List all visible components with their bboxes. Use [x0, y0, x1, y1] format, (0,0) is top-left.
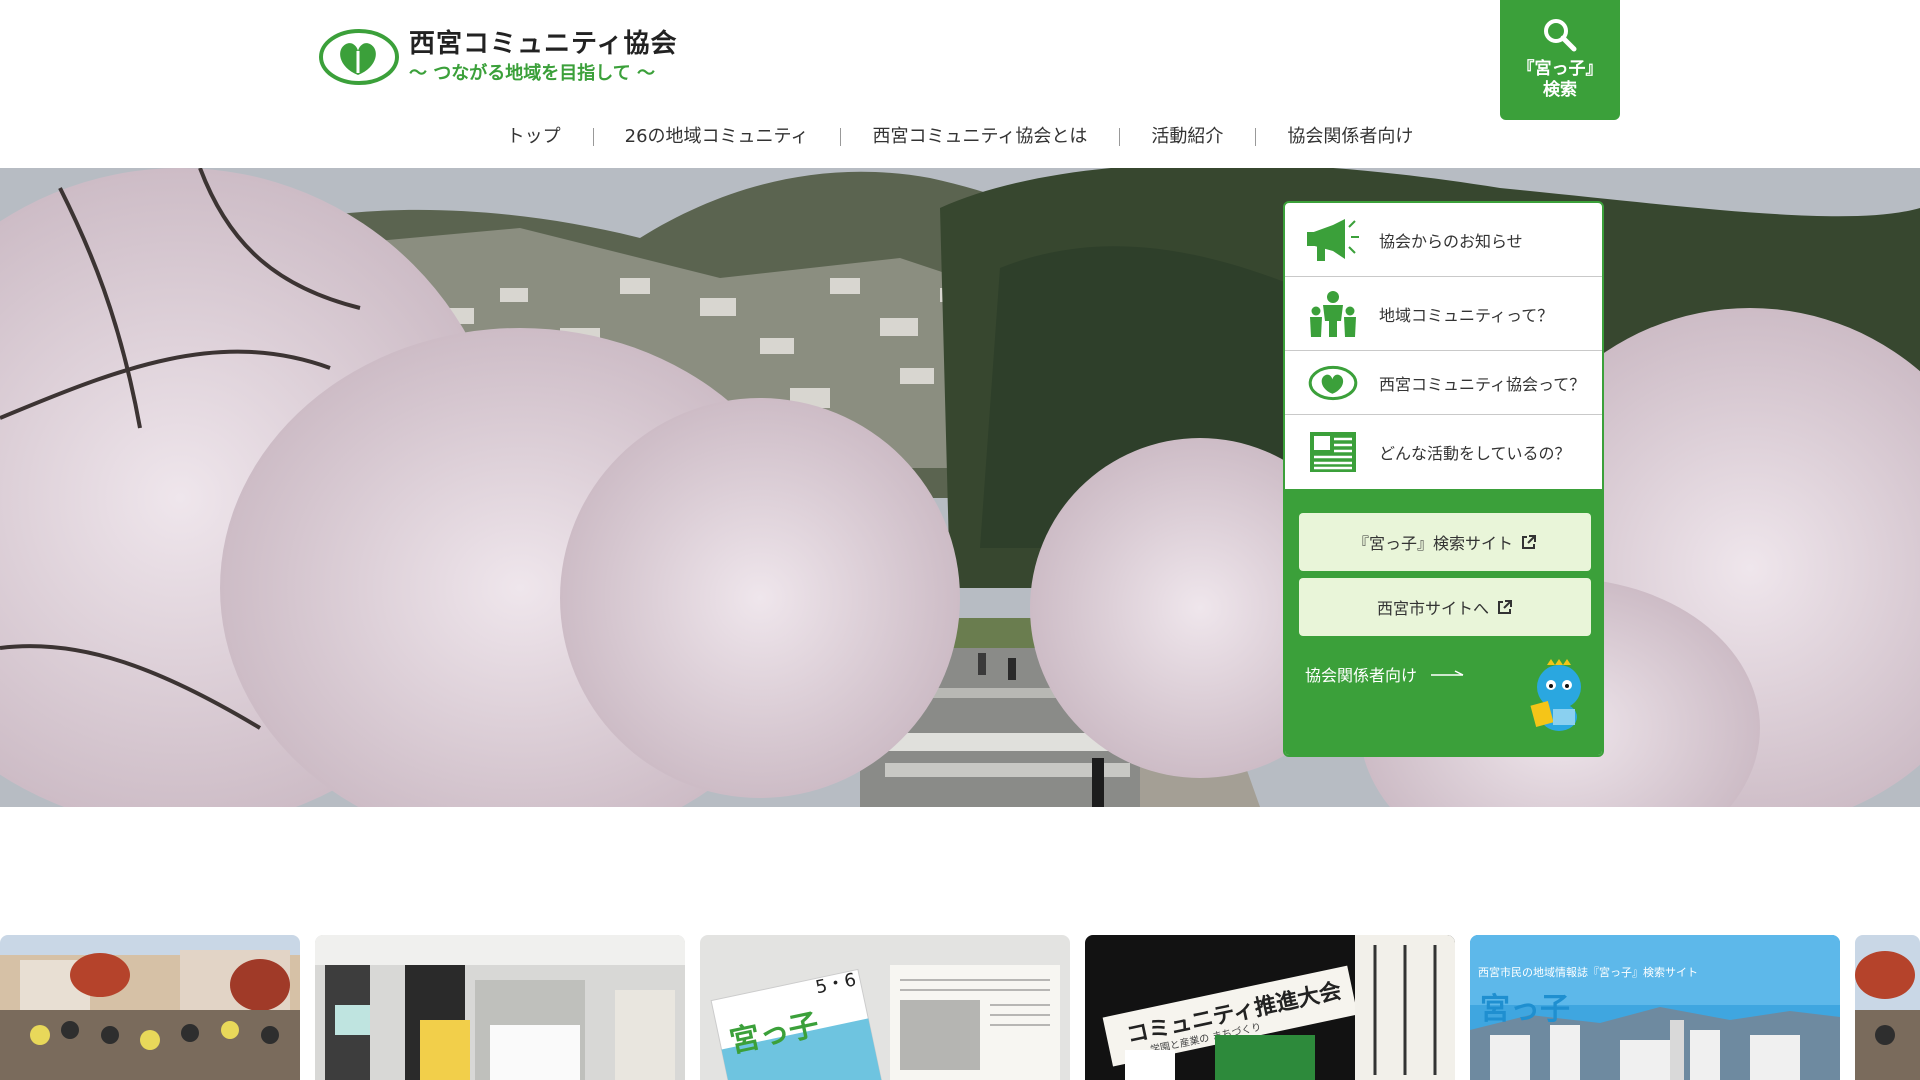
card-miyakko-magazine[interactable]: 宮っ子 5・6: [700, 935, 1070, 1080]
card-miyakko-search-site[interactable]: 西宮市民の地域情報誌『宮っ子』検索サイト 宮っ子: [1470, 935, 1840, 1080]
miyakko-search-site-label: 『宮っ子』検索サイト: [1352, 534, 1513, 553]
site-header: 西宮コミュニティ協会 〜 つながる地域を目指して 〜 『宮っ子』 検索 トップ …: [0, 0, 1920, 168]
nishinomiya-city-site-button[interactable]: 西宮市サイトへ: [1299, 578, 1591, 636]
side-item-label: 西宮コミュニティ協会って？: [1379, 374, 1586, 394]
search-button[interactable]: 『宮っ子』 検索: [1500, 0, 1620, 120]
card-search-site-logo: 宮っ子: [1480, 992, 1570, 1027]
card-festival[interactable]: [0, 935, 300, 1080]
side-item-label: 協会からのお知らせ: [1379, 231, 1523, 251]
external-link-icon: [1498, 600, 1512, 614]
side-menu-panel: 協会からのお知らせ 地域コミュニティって？ 西宮コミュニティ協会って？ どんな活…: [1283, 201, 1604, 757]
people-icon: [1305, 286, 1361, 342]
side-links-area: 『宮っ子』検索サイト 西宮市サイトへ 協会関係者向け: [1285, 489, 1602, 755]
site-tagline: 〜 つながる地域を目指して 〜: [409, 63, 655, 84]
search-button-sublabel: 検索: [1543, 80, 1577, 100]
global-nav: トップ 26の地域コミュニティ 西宮コミュニティ協会とは 活動紹介 協会関係者向…: [0, 119, 1920, 155]
side-item-community[interactable]: 地域コミュニティって？: [1285, 277, 1602, 351]
side-item-news[interactable]: 協会からのお知らせ: [1285, 203, 1602, 277]
miyakko-search-site-button[interactable]: 『宮っ子』検索サイト: [1299, 513, 1591, 571]
side-item-label: どんな活動をしているの？: [1379, 444, 1571, 463]
card-community-convention[interactable]: コミュニティ推進大会 学園と産業の まちづくり: [1085, 935, 1455, 1080]
logo-icon: [319, 29, 399, 85]
hero-image: [0, 168, 1920, 807]
nav-activities[interactable]: 活動紹介: [1119, 119, 1255, 155]
nav-about[interactable]: 西宮コミュニティ協会とは: [840, 119, 1119, 155]
card-search-site-caption: 西宮市民の地域情報誌『宮っ子』検索サイト: [1478, 965, 1698, 979]
side-item-label: 地域コミュニティって？: [1379, 305, 1554, 325]
megaphone-icon: [1305, 212, 1361, 268]
search-icon: [1544, 19, 1577, 52]
staff-link[interactable]: 協会関係者向け: [1305, 662, 1465, 686]
newspaper-icon: [1305, 424, 1361, 480]
nishinomiya-city-site-label: 西宮市サイトへ: [1376, 599, 1489, 618]
card-exhibition[interactable]: [315, 935, 685, 1080]
mascot-character-icon: [1530, 659, 1581, 731]
search-button-label: 『宮っ子』: [1517, 59, 1603, 79]
side-item-activities[interactable]: どんな活動をしているの？: [1285, 415, 1602, 489]
site-logo[interactable]: 西宮コミュニティ協会 〜 つながる地域を目指して 〜: [318, 27, 677, 87]
side-item-association[interactable]: 西宮コミュニティ協会って？: [1285, 351, 1602, 415]
staff-link-label: 協会関係者向け: [1305, 666, 1418, 685]
card-next-partial[interactable]: [1855, 935, 1920, 1080]
nav-staff[interactable]: 協会関係者向け: [1255, 119, 1445, 155]
site-title: 西宮コミュニティ協会: [409, 29, 678, 59]
logo-icon: [1305, 355, 1361, 411]
arrow-right-icon: [1431, 670, 1464, 676]
external-link-icon: [1522, 535, 1536, 549]
nav-top[interactable]: トップ: [475, 119, 593, 155]
nav-communities[interactable]: 26の地域コミュニティ: [592, 119, 841, 155]
